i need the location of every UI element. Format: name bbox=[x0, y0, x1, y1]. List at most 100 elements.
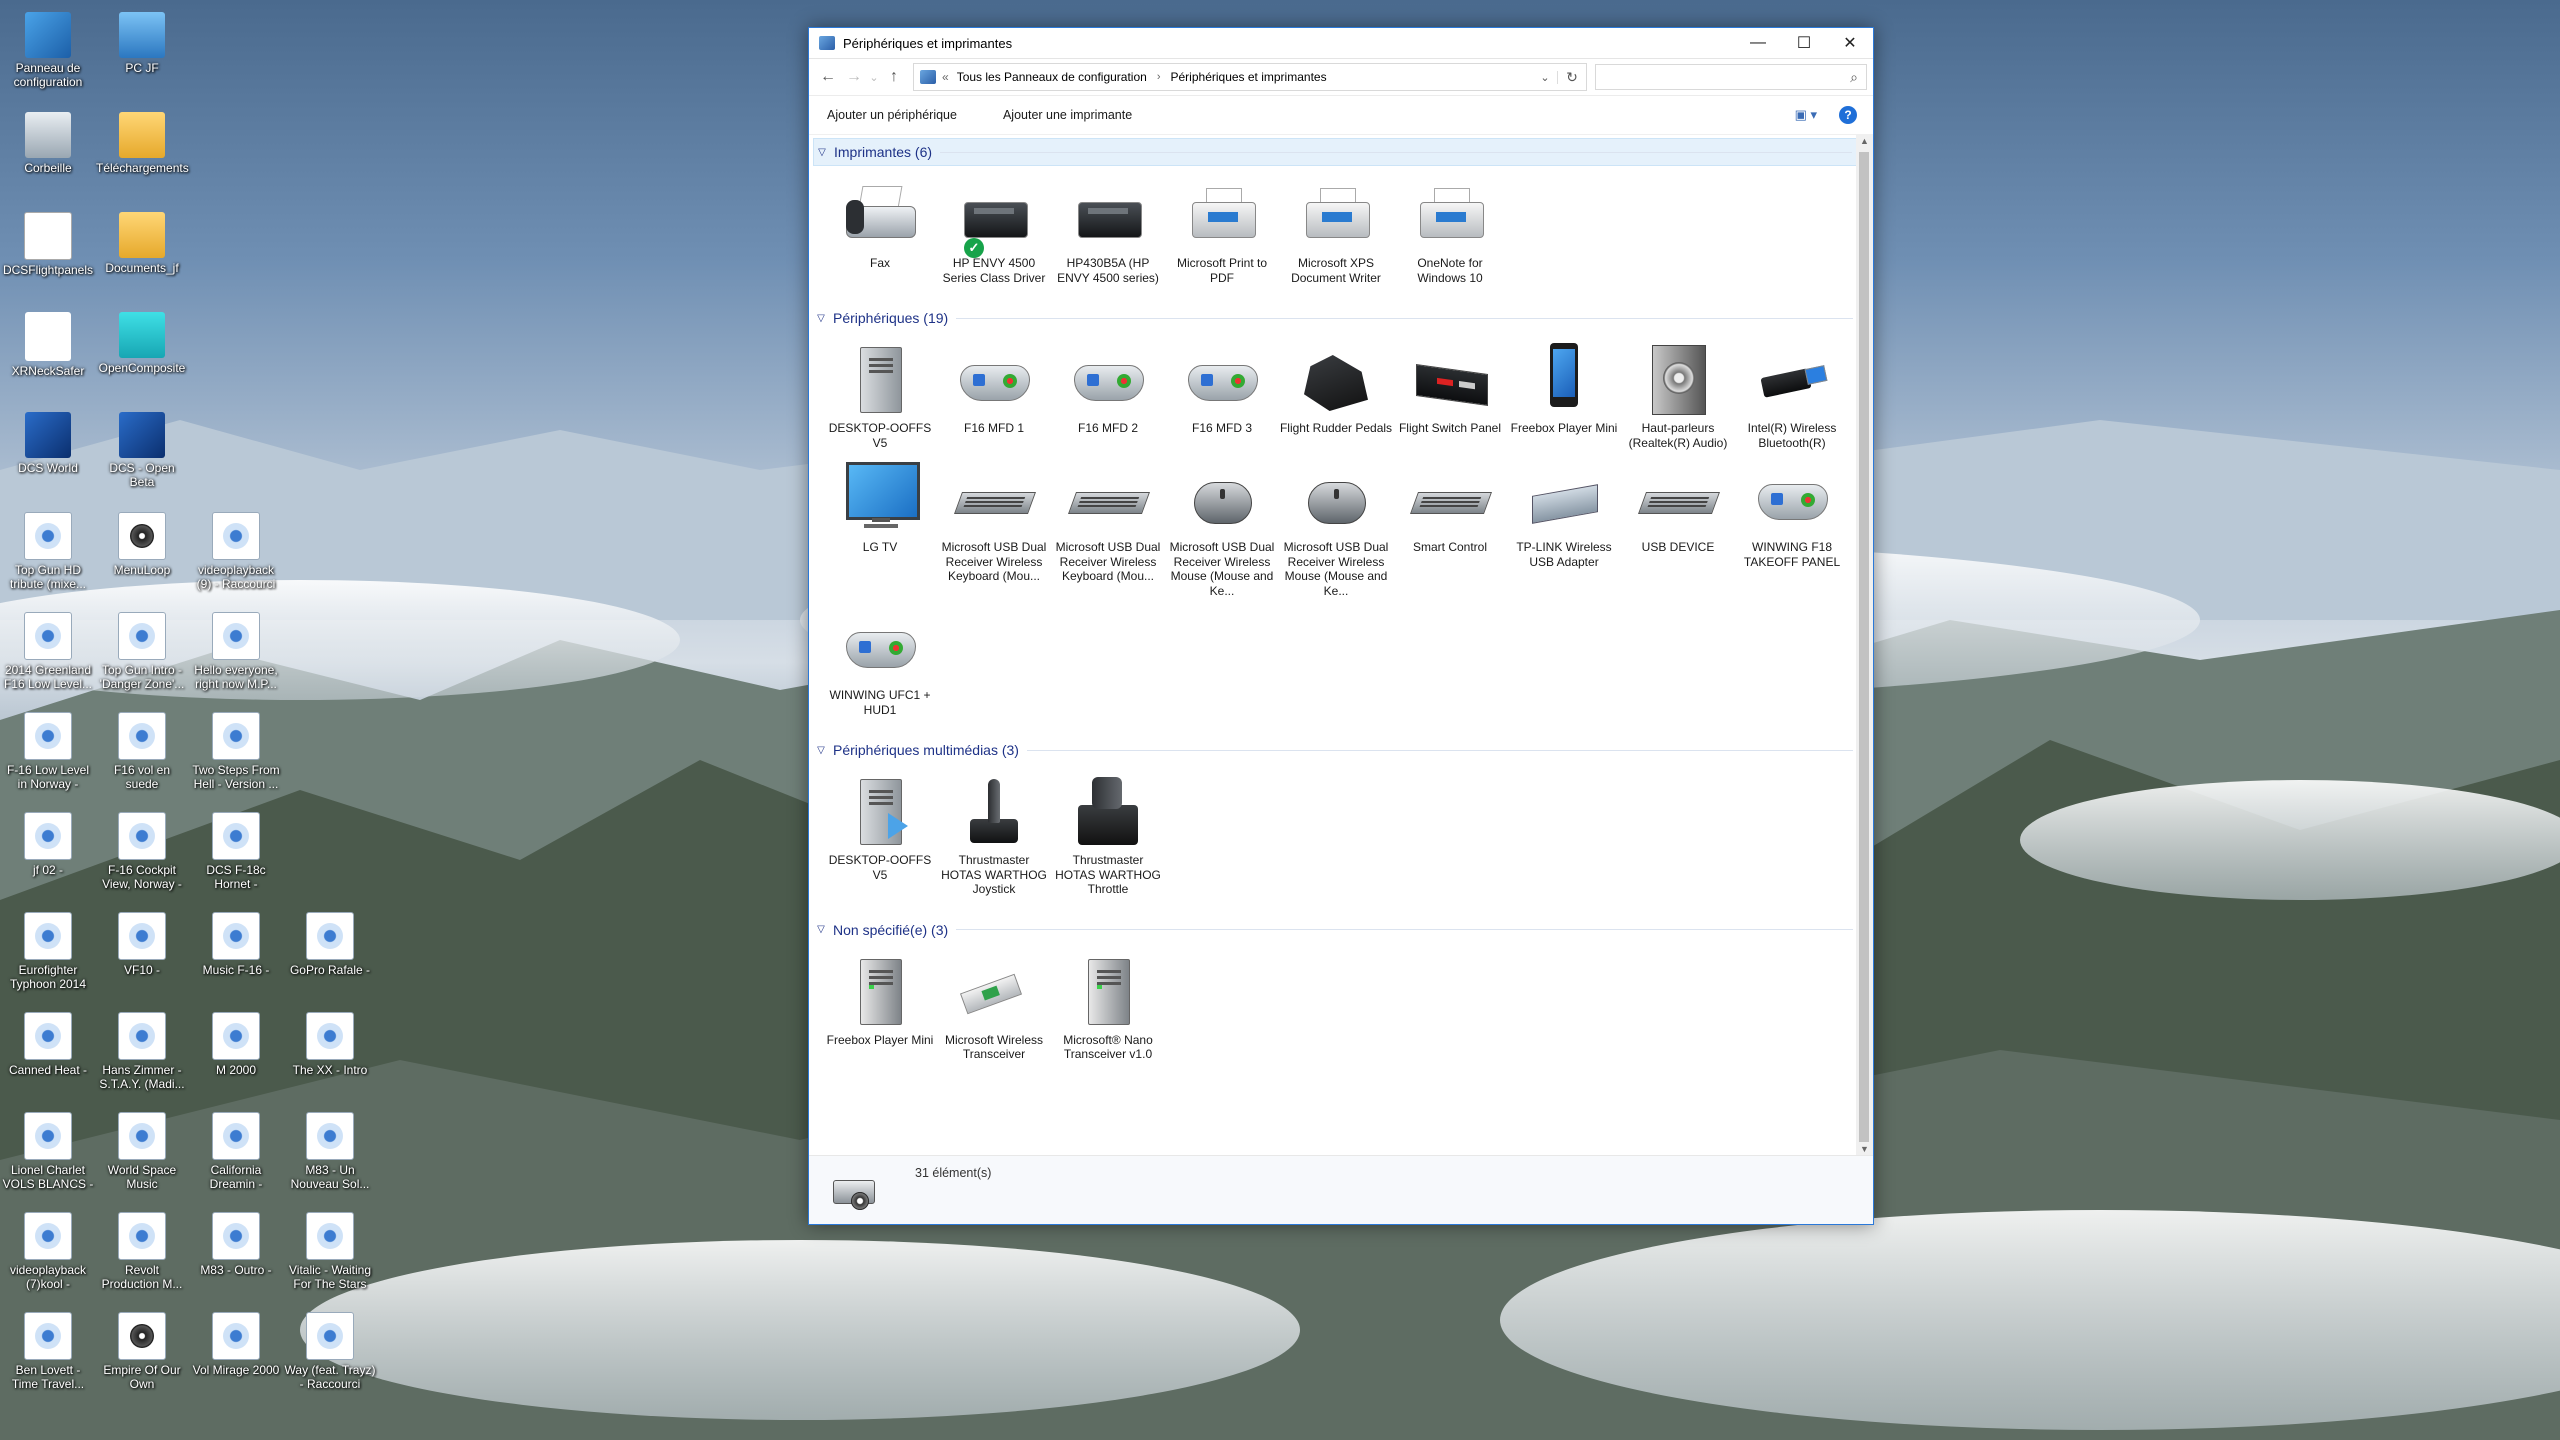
desktop-icon[interactable]: PC JF bbox=[96, 12, 188, 75]
desktop-icon[interactable]: 2014 Greenland F16 Low Level... bbox=[2, 612, 94, 691]
desktop-icon[interactable]: Revolt Production M... bbox=[96, 1212, 188, 1291]
search-box[interactable]: ⌕ bbox=[1595, 64, 1867, 90]
device-item[interactable]: Microsoft Print to PDF bbox=[1165, 176, 1279, 285]
device-item[interactable]: Flight Rudder Pedals bbox=[1279, 341, 1393, 450]
device-item[interactable]: F16 MFD 2 bbox=[1051, 341, 1165, 450]
up-button[interactable]: ↑ bbox=[881, 64, 907, 90]
desktop-icon[interactable]: DCS World bbox=[2, 412, 94, 475]
desktop-icon[interactable]: DCSFlightpanels bbox=[2, 212, 94, 277]
desktop-icon[interactable]: VF10 - bbox=[96, 912, 188, 977]
desktop-icon[interactable]: Ben Lovett - Time Travel... bbox=[2, 1312, 94, 1391]
address-prefix[interactable]: « bbox=[942, 70, 949, 84]
help-icon[interactable]: ? bbox=[1839, 106, 1857, 124]
desktop-icon[interactable]: Way (feat. Trayz) - Raccourci bbox=[284, 1312, 376, 1391]
device-item[interactable]: Microsoft USB Dual Receiver Wireless Key… bbox=[937, 460, 1051, 598]
change-view-button[interactable]: ▣ ▾ bbox=[1795, 107, 1817, 123]
device-item[interactable]: F16 MFD 3 bbox=[1165, 341, 1279, 450]
desktop-icon[interactable]: Eurofighter Typhoon 2014 bbox=[2, 912, 94, 991]
vertical-scrollbar[interactable]: ▲ ▼ bbox=[1856, 134, 1873, 1156]
scroll-up-icon[interactable]: ▲ bbox=[1856, 136, 1873, 146]
desktop-icon[interactable]: Téléchargements bbox=[96, 112, 189, 175]
desktop-icon[interactable]: World Space Music bbox=[96, 1112, 188, 1191]
refresh-button[interactable]: ↻ bbox=[1558, 69, 1586, 86]
title-bar[interactable]: Périphériques et imprimantes — ☐ ✕ bbox=[809, 28, 1873, 59]
desktop-icon[interactable]: Top Gun HD tribute (mixe... bbox=[2, 512, 94, 591]
breadcrumb-control-panel[interactable]: Tous les Panneaux de configuration bbox=[957, 70, 1147, 84]
desktop-icon[interactable]: Vol Mirage 2000 bbox=[190, 1312, 282, 1377]
device-item[interactable]: Microsoft® Nano Transceiver v1.0 bbox=[1051, 953, 1165, 1062]
desktop-icon[interactable]: Canned Heat - bbox=[2, 1012, 94, 1077]
device-item[interactable]: LG TV bbox=[823, 460, 937, 598]
desktop-icon[interactable]: Panneau de configuration bbox=[2, 12, 94, 89]
desktop-icon[interactable]: Lionel Charlet VOLS BLANCS - bbox=[2, 1112, 94, 1191]
desktop-icon[interactable]: Empire Of Our Own bbox=[96, 1312, 188, 1391]
maximize-button[interactable]: ☐ bbox=[1781, 28, 1827, 58]
recent-locations-button[interactable]: ⌄ bbox=[867, 64, 881, 90]
desktop-icon[interactable]: Top Gun Intro - 'Danger Zone'... bbox=[96, 612, 188, 691]
desktop-icon[interactable]: Music F-16 - bbox=[190, 912, 282, 977]
close-button[interactable]: ✕ bbox=[1827, 28, 1873, 58]
chevron-down-icon[interactable]: ▽ bbox=[813, 745, 829, 756]
address-bar[interactable]: « Tous les Panneaux de configuration › P… bbox=[913, 63, 1587, 91]
device-item[interactable]: Intel(R) Wireless Bluetooth(R) bbox=[1735, 341, 1849, 450]
device-item[interactable]: Flight Switch Panel bbox=[1393, 341, 1507, 450]
desktop-icon[interactable]: MenuLoop bbox=[96, 512, 188, 577]
device-item[interactable]: Fax bbox=[823, 176, 937, 285]
device-item[interactable]: Freebox Player Mini bbox=[823, 953, 937, 1062]
desktop-icon[interactable]: F-16 Cockpit View, Norway - bbox=[96, 812, 188, 891]
desktop-icon[interactable]: Documents_jf bbox=[96, 212, 188, 275]
device-item[interactable]: Microsoft USB Dual Receiver Wireless Mou… bbox=[1279, 460, 1393, 598]
desktop-icon[interactable]: M 2000 bbox=[190, 1012, 282, 1077]
desktop-icon[interactable]: DCS - Open Beta bbox=[96, 412, 188, 489]
device-item[interactable]: DESKTOP-OOFFS V5 bbox=[823, 341, 937, 450]
desktop-icon[interactable]: F-16 Low Level in Norway - bbox=[2, 712, 94, 791]
add-printer-button[interactable]: Ajouter une imprimante bbox=[995, 104, 1140, 126]
desktop-icon[interactable]: Corbeille bbox=[2, 112, 94, 175]
device-item[interactable]: Thrustmaster HOTAS WARTHOG Throttle bbox=[1051, 773, 1165, 897]
device-item[interactable]: Microsoft USB Dual Receiver Wireless Mou… bbox=[1165, 460, 1279, 598]
forward-button[interactable]: → bbox=[841, 64, 867, 90]
back-button[interactable]: ← bbox=[815, 64, 841, 90]
desktop-icon[interactable]: GoPro Rafale - bbox=[284, 912, 376, 977]
device-item[interactable]: Smart Control bbox=[1393, 460, 1507, 598]
device-item[interactable]: WINWING UFC1 + HUD1 bbox=[823, 608, 937, 717]
scroll-down-icon[interactable]: ▼ bbox=[1856, 1144, 1873, 1154]
desktop-icon[interactable]: DCS F-18c Hornet - bbox=[190, 812, 282, 891]
search-icon[interactable]: ⌕ bbox=[1850, 69, 1858, 86]
device-item[interactable]: ✓ HP ENVY 4500 Series Class Driver bbox=[937, 176, 1051, 285]
device-item[interactable]: HP430B5A (HP ENVY 4500 series) bbox=[1051, 176, 1165, 285]
device-item[interactable]: Thrustmaster HOTAS WARTHOG Joystick bbox=[937, 773, 1051, 897]
device-item[interactable]: F16 MFD 1 bbox=[937, 341, 1051, 450]
breadcrumb-separator[interactable]: › bbox=[1157, 71, 1161, 83]
desktop-icon[interactable]: XRNeckSafer bbox=[2, 312, 94, 378]
desktop-icon[interactable]: videoplayback (9) - Raccourci bbox=[190, 512, 282, 591]
desktop-icon[interactable]: OpenComposite bbox=[96, 312, 188, 375]
device-item[interactable]: OneNote for Windows 10 bbox=[1393, 176, 1507, 285]
desktop-icon[interactable]: California Dreamin - bbox=[190, 1112, 282, 1191]
desktop-icon[interactable]: M83 - Un Nouveau Sol... bbox=[284, 1112, 376, 1191]
breadcrumb-devices-printers[interactable]: Périphériques et imprimantes bbox=[1171, 70, 1327, 84]
desktop-icon[interactable]: Vitalic - Waiting For The Stars bbox=[284, 1212, 376, 1291]
device-item[interactable]: Microsoft XPS Document Writer bbox=[1279, 176, 1393, 285]
desktop-icon[interactable]: videoplayback (7)kool - bbox=[2, 1212, 94, 1291]
device-item[interactable]: USB DEVICE bbox=[1621, 460, 1735, 598]
desktop-icon[interactable]: Hans Zimmer - S.T.A.Y. (Madi... bbox=[96, 1012, 188, 1091]
device-item[interactable]: DESKTOP-OOFFS V5 bbox=[823, 773, 937, 897]
device-item[interactable]: Microsoft Wireless Transceiver bbox=[937, 953, 1051, 1062]
chevron-down-icon[interactable]: ▽ bbox=[813, 924, 829, 935]
device-item[interactable]: TP-LINK Wireless USB Adapter bbox=[1507, 460, 1621, 598]
desktop-icon[interactable]: jf 02 - bbox=[2, 812, 94, 877]
address-dropdown-button[interactable]: ⌄ bbox=[1533, 70, 1558, 84]
group-header-printers[interactable]: ▽ Imprimantes (6) bbox=[813, 138, 1859, 166]
device-item[interactable]: Microsoft USB Dual Receiver Wireless Key… bbox=[1051, 460, 1165, 598]
add-device-button[interactable]: Ajouter un périphérique bbox=[819, 104, 965, 126]
desktop-icon[interactable]: M83 - Outro - bbox=[190, 1212, 282, 1277]
desktop-icon[interactable]: F16 vol en suede bbox=[96, 712, 188, 791]
chevron-down-icon[interactable]: ▽ bbox=[813, 313, 829, 324]
device-item[interactable]: Freebox Player Mini bbox=[1507, 341, 1621, 450]
desktop-icon[interactable]: The XX - Intro bbox=[284, 1012, 376, 1077]
desktop-icon[interactable]: Two Steps From Hell - Version ... bbox=[190, 712, 282, 791]
desktop-icon[interactable]: Hello everyone, right now M.P... bbox=[190, 612, 282, 691]
device-item[interactable]: Haut-parleurs (Realtek(R) Audio) bbox=[1621, 341, 1735, 450]
minimize-button[interactable]: — bbox=[1735, 28, 1781, 58]
